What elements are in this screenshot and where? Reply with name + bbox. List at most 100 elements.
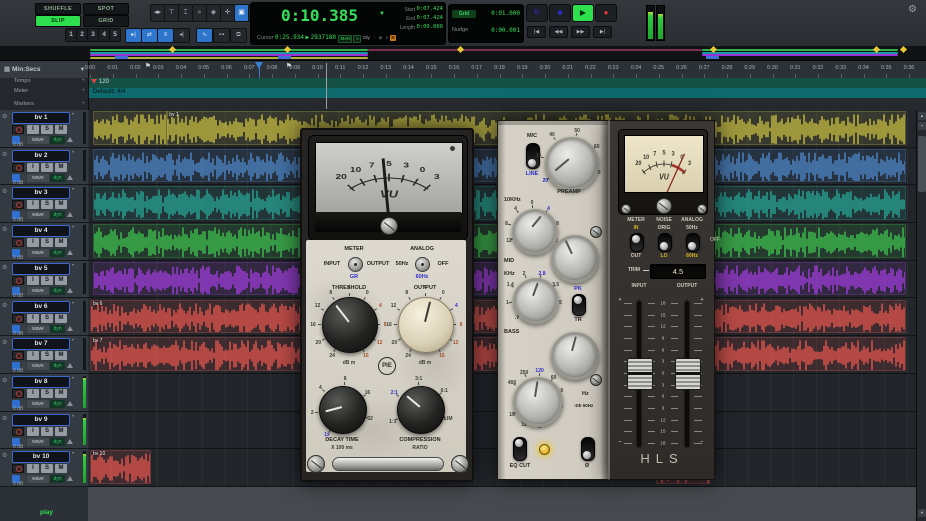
track-menu-dot[interactable]: • (72, 338, 74, 344)
comp-meter-toggle[interactable] (348, 257, 363, 272)
mid-freq-knob[interactable]: .711.422.83.54.56 (499, 264, 567, 332)
automation-mode-button[interactable]: dyn (50, 287, 65, 295)
track-view-selector[interactable]: wave (27, 475, 49, 483)
mute-button[interactable]: M (55, 163, 67, 172)
automation-mode-button[interactable]: dyn (50, 211, 65, 219)
nudge-value[interactable]: 0:00.001 (491, 27, 520, 34)
input-monitor-button[interactable]: I (27, 389, 39, 398)
loop-playback-button[interactable]: ↻ (526, 4, 548, 22)
phase-switch[interactable] (581, 437, 595, 461)
track-view-selector[interactable]: wave (27, 211, 49, 219)
hls-toggle-analog[interactable] (686, 233, 700, 252)
track-gear-icon[interactable]: ⚙ (2, 264, 7, 271)
input-monitor-button[interactable]: I (27, 351, 39, 360)
track-gear-icon[interactable]: ⚙ (2, 339, 7, 346)
input-monitor-button[interactable]: I (27, 200, 39, 209)
record-enable-button[interactable] (12, 314, 24, 323)
zoom-toggle-icon[interactable]: ◂▸ (150, 4, 165, 22)
eq-plugin-window[interactable]: MIC LINE 203040506070 PREAMP 10KHz 12840… (497, 120, 610, 480)
mute-button[interactable]: M (55, 314, 67, 323)
track-gear-icon[interactable]: ⚙ (2, 151, 7, 158)
link-track-edit-selection[interactable]: ≡ (157, 28, 174, 43)
grid-value[interactable]: 0:01.000 (491, 10, 520, 17)
track-name[interactable]: bv 2 (12, 150, 70, 162)
go-to-end-button[interactable]: ▶| (593, 26, 612, 38)
input-monitor-button[interactable]: I (27, 238, 39, 247)
track-name[interactable]: bv 1 (12, 112, 70, 124)
track-gear-icon[interactable]: ⚙ (2, 452, 7, 459)
status-badge-∿[interactable]: ∿ (353, 35, 361, 43)
track-name[interactable]: bv 10 (12, 451, 70, 463)
track-menu-dot[interactable]: • (72, 414, 74, 420)
track-gear-icon[interactable]: ⚙ (2, 377, 7, 384)
automation-mode-button[interactable]: dyn (50, 438, 65, 446)
automation-mode-play[interactable]: play (40, 509, 53, 516)
marker-flag-icon[interactable]: ⚑ (286, 62, 292, 70)
marker-flag-icon[interactable]: ⚑ (145, 62, 151, 70)
automation-mode-button[interactable]: dyn (50, 475, 65, 483)
automation-mode-button[interactable]: dyn (50, 362, 65, 370)
solo-button[interactable]: S (41, 464, 53, 473)
track-header-bv-6[interactable]: ⚙bv 6•ISMwavedyn0 dB (0, 299, 89, 337)
compressor-plugin-window[interactable]: 201075303VU METER ANALOG INPUT OUTPUT GR… (300, 128, 474, 482)
fader-icon[interactable] (67, 175, 73, 180)
solo-button[interactable]: S (41, 163, 53, 172)
mode-spot-button[interactable]: SPOT (83, 3, 129, 15)
solo-button[interactable]: S (41, 314, 53, 323)
status-badge-MAN[interactable]: MAN (338, 35, 352, 43)
track-header-bv-8[interactable]: ⚙bv 8•ISMwavedyn0 dB (0, 374, 89, 412)
automation-mode-button[interactable]: dyn (50, 325, 65, 333)
solo-button[interactable]: S (41, 276, 53, 285)
markers-row-head[interactable]: Markers+ (0, 98, 89, 110)
mute-button[interactable]: M (55, 389, 67, 398)
track-name[interactable]: bv 4 (12, 225, 70, 237)
track-header-bv-2[interactable]: ⚙bv 2•ISMwavedyn0 dB (0, 148, 89, 186)
solo-button[interactable]: S (41, 238, 53, 247)
add-tempo-icon[interactable]: + (81, 78, 85, 84)
scroll-down-icon[interactable]: ▾ (918, 509, 926, 517)
counter-dropdown-icon[interactable]: ▼ (379, 11, 385, 17)
track-header-bv-7[interactable]: ⚙bv 7•ISMwavedyn0 dB (0, 336, 89, 374)
session-overview-strip[interactable] (0, 46, 926, 61)
solo-button[interactable]: S (41, 351, 53, 360)
mute-button[interactable]: M (55, 238, 67, 247)
tempo-row-head[interactable]: Tempo+ (0, 78, 89, 88)
fader-icon[interactable] (67, 363, 73, 368)
mute-button[interactable]: M (55, 464, 67, 473)
track-view-selector[interactable]: wave (27, 287, 49, 295)
track-menu-dot[interactable]: • (72, 301, 74, 307)
track-header-bv-5[interactable]: ⚙bv 5•ISMwavedyn0 dB (0, 261, 89, 299)
track-name[interactable]: bv 7 (12, 338, 70, 350)
mute-button[interactable]: M (55, 351, 67, 360)
overview-marker-icon[interactable] (457, 46, 464, 53)
track-gear-icon[interactable]: ⚙ (2, 302, 7, 309)
track-name[interactable]: bv 8 (12, 376, 70, 388)
grid-mode-badge[interactable]: Grid (452, 10, 476, 18)
gear-icon[interactable]: ⚙ (908, 4, 917, 15)
fader-icon[interactable] (67, 137, 73, 142)
track-view-selector[interactable]: wave (27, 174, 49, 182)
fast-forward-button[interactable]: ▶▶ (571, 26, 590, 38)
track-view-selector[interactable]: wave (27, 362, 49, 370)
grabber-tool-icon[interactable]: ✛ (220, 4, 235, 22)
fader-icon[interactable] (67, 401, 73, 406)
input-monitor-button[interactable]: I (27, 464, 39, 473)
track-name[interactable]: bv 3 (12, 187, 70, 199)
solo-button[interactable]: S (41, 200, 53, 209)
meter-row-head[interactable]: Meter+ (0, 88, 89, 98)
record-enable-button[interactable] (12, 427, 24, 436)
mirrored-editing[interactable]: ◂| (173, 28, 190, 43)
status-badge-◔[interactable]: ◔ (372, 35, 377, 41)
main-counter[interactable]: 0:10.385 (281, 6, 358, 25)
fader-icon[interactable] (67, 439, 73, 444)
output-fader[interactable] (675, 358, 701, 390)
timeline-ruler[interactable]: ▦ Min:Secs ▾ 0:000:010:020:030:040:050:0… (0, 61, 926, 79)
mode-slip-button[interactable]: SLIP (35, 15, 81, 27)
input-monitor-button[interactable]: I (27, 163, 39, 172)
track-menu-dot[interactable]: • (72, 263, 74, 269)
solo-button[interactable]: S (41, 427, 53, 436)
overview-marker-icon[interactable] (900, 46, 907, 53)
track-header-bv-3[interactable]: ⚙bv 3•ISMwavedyn0 dB (0, 185, 89, 223)
zoom-tool-icon[interactable]: ⌕ (192, 4, 207, 22)
ruler-unit[interactable]: ▦ Min:Secs ▾ (0, 61, 89, 78)
